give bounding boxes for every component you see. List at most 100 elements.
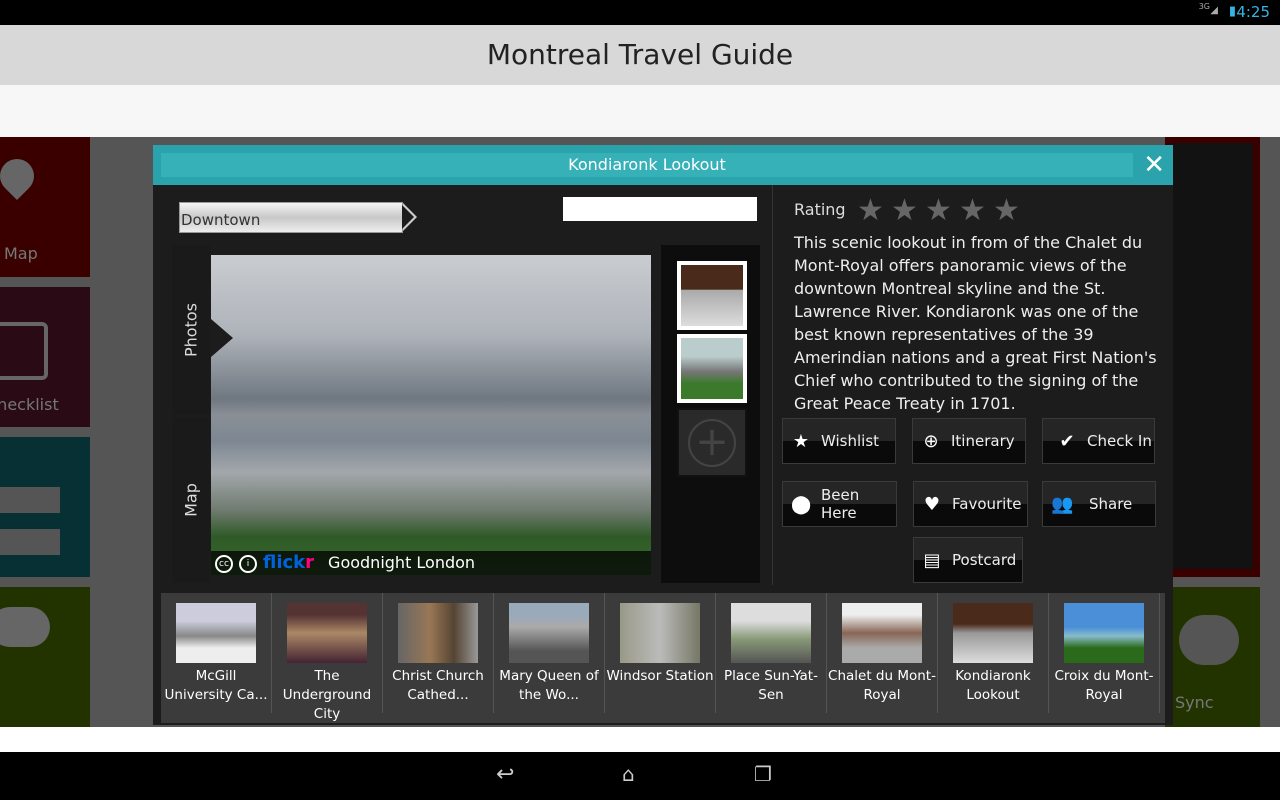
star-icon[interactable]: ★ [959,193,986,228]
active-tab-pointer [211,319,233,357]
dialog-title: Kondiaronk Lookout [161,153,1133,177]
button-label: Share [1089,495,1133,513]
search-input[interactable] [563,197,757,221]
add-photo-button[interactable]: + [677,408,747,477]
flickr-logo[interactable]: flickr [263,552,314,573]
place-thumbnail [842,603,922,663]
recent-apps-icon[interactable]: ❐ [754,762,772,786]
place-thumbnail [731,603,811,663]
star-icon[interactable]: ★ [857,193,884,228]
status-bar: ◢ 3G ▮ 4:25 [0,0,1280,25]
thumbnail-strip: + [661,245,760,583]
check-icon: ✔ [1059,430,1075,452]
tab-photos[interactable]: Photos [172,245,210,415]
place-thumbnail [176,603,256,663]
map-pin-icon [0,151,42,201]
place-label: Place Sun-Yat-Sen [724,668,818,703]
place-thumbnail [398,603,478,663]
cc-icon: cc [215,554,233,573]
district-dropdown[interactable]: Downtown [179,202,403,233]
checkbox-icon [0,322,48,380]
signal-icon: ◢ [1210,5,1218,16]
place-label: Chalet du Mont-Royal [828,668,936,703]
wishlist-button[interactable]: ★ Wishlist [782,418,896,464]
place-label: Mary Queen of the Wo... [499,668,599,703]
postcard-button[interactable]: ▤ Postcard [913,537,1023,583]
tile-label: Sync [1175,693,1214,712]
attribution-icon: i [239,554,257,573]
chevron-inner [402,205,414,229]
place-item[interactable]: The Underground City [272,593,383,722]
place-item[interactable]: Croix du Mont-Royal [1049,593,1160,713]
dialog-header: Kondiaronk Lookout ✕ [153,145,1173,185]
bottom-strip [0,727,1280,752]
share-button[interactable]: 👥 Share [1042,481,1156,527]
app-title: Montreal Travel Guide [0,25,1280,85]
place-item[interactable]: Chalet du Mont-Royal [827,593,938,713]
postcard-icon: ▤ [923,549,941,571]
favourite-button[interactable]: ♥ Favourite [913,481,1028,527]
tile-map[interactable]: Map [0,137,90,277]
place-thumbnail [953,603,1033,663]
place-item[interactable]: Mary Queen of the Wo... [494,593,605,713]
tile-currency[interactable] [0,437,90,577]
photo-author: Goodnight London [328,553,476,572]
place-thumbnail [1064,603,1144,663]
plus-circle-icon: ⊕ [923,430,939,452]
value-field[interactable] [0,529,60,555]
tile-list [1165,137,1260,577]
place-item[interactable]: Place Sun-Yat-Sen [716,593,827,713]
tile-label: Map [4,244,38,263]
home-icon[interactable]: ⌂ [622,762,635,786]
tab-map[interactable]: Map [172,417,210,583]
place-description: This scenic lookout in from of the Chale… [794,233,1157,413]
place-thumbnail [509,603,589,663]
place-thumbnail [620,603,700,663]
system-nav-bar: ↩ ⌂ ❐ [0,752,1280,800]
been-here-button[interactable]: ⬤ Been Here [782,481,897,527]
place-item[interactable]: Kondiaronk Lookout [938,593,1049,713]
button-label: Check In [1087,432,1152,450]
sync-cloud-icon [1179,615,1239,665]
photo-thumbnail[interactable] [677,261,747,330]
tile-sync[interactable]: Sync [1165,587,1260,727]
main-photo[interactable]: cc i flickr Goodnight London [211,255,651,575]
place-label: Christ Church Cathed... [392,668,484,703]
button-label: Been Here [821,486,860,522]
nearby-places-carousel: McGill University Ca... The Underground … [161,593,1165,723]
button-label: Postcard [952,551,1017,569]
close-icon[interactable]: ✕ [1143,150,1165,180]
button-label: Wishlist [821,432,880,450]
place-item[interactable]: McGill University Ca... [161,593,272,713]
battery-icon: ▮ [1228,4,1236,19]
button-label: Favourite [952,495,1022,513]
map-pin-icon: ⬤ [791,493,812,515]
rating-label: Rating [794,200,846,219]
star-icon[interactable]: ★ [925,193,952,228]
plus-circle-icon: + [688,419,736,467]
place-label: Kondiaronk Lookout [955,668,1031,703]
tile-label: Checklist [0,395,59,414]
star-icon[interactable]: ★ [891,193,918,228]
place-dialog: Kondiaronk Lookout ✕ Downtown Photos Map… [153,145,1173,725]
itinerary-button[interactable]: ⊕ Itinerary [912,418,1026,464]
place-label: Croix du Mont-Royal [1054,668,1154,703]
heart-icon: ♥ [923,493,941,515]
back-icon[interactable]: ↩ [496,762,514,787]
place-item[interactable]: Christ Church Cathed... [383,593,494,713]
place-item[interactable]: Windsor Station [605,593,716,713]
value-field[interactable] [0,487,60,513]
button-label: Itinerary [951,432,1015,450]
photo-caption: cc i flickr Goodnight London [211,551,651,575]
people-icon: 👥 [1051,493,1074,515]
tile-checklist[interactable]: Checklist [0,287,90,427]
clock: 4:25 [1236,3,1270,21]
photo-thumbnail[interactable] [677,334,747,403]
tile-weather[interactable] [0,587,90,727]
star-icon[interactable]: ★ [993,193,1020,228]
star-icon: ★ [792,430,810,452]
check-in-button[interactable]: ✔ Check In [1042,418,1155,464]
network-type: 3G [1198,2,1210,11]
place-label: McGill University Ca... [164,668,268,703]
tab-label: Map [181,483,201,517]
